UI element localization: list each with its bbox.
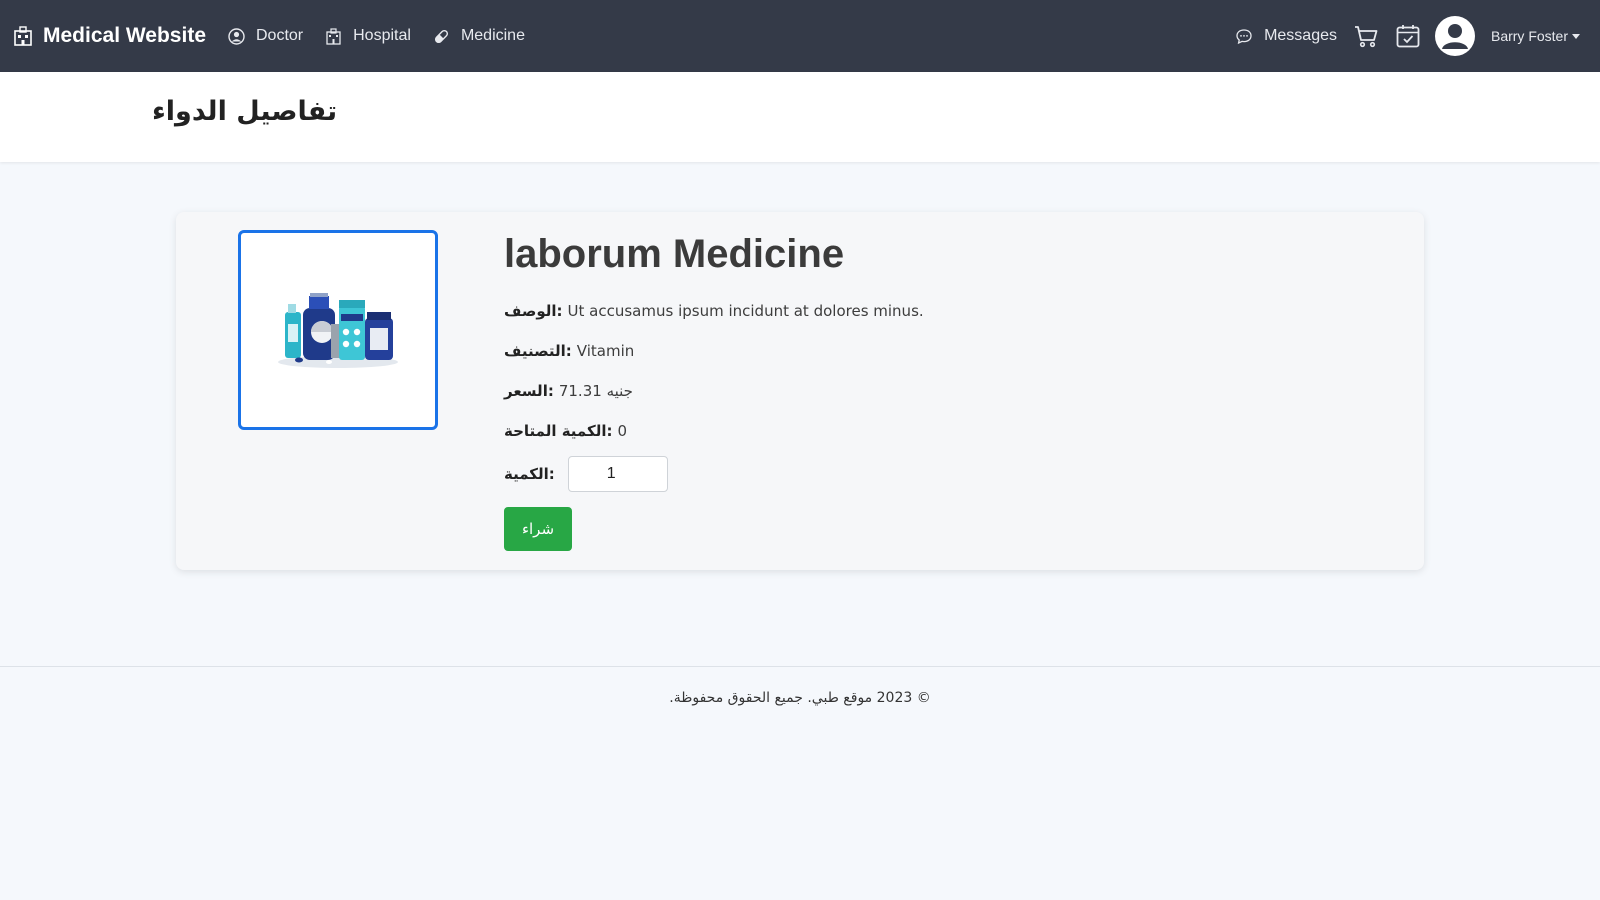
description-label: الوصف: [504,302,563,320]
description-value: Ut accusamus ipsum incidunt at dolores m… [567,302,924,320]
buy-button[interactable]: شراء [504,507,572,551]
price-label: السعر: [504,382,554,400]
available-value: 0 [617,422,628,440]
nav-hospital[interactable]: Hospital [325,27,411,45]
medicine-name: laborum Medicine [504,232,845,276]
chat-bubble-icon [1236,28,1252,44]
navbar-right: Messages Barry Foster [1235,16,1580,56]
nav-hospital-label: Hospital [353,27,411,44]
user-name: Barry Foster [1490,28,1568,44]
quantity-label: الكمية: [504,465,555,483]
cart-icon [1354,26,1378,48]
price-value: 71.31 جنيه [558,382,633,400]
nav-messages-label: Messages [1264,27,1337,44]
medicine-card: laborum Medicine الوصف: Ut accusamus ips… [176,212,1424,570]
page-header: تفاصيل الدواء [0,72,1600,162]
hospital-icon [14,26,32,46]
description-row: الوصف: Ut accusamus ipsum incidunt at do… [504,291,924,331]
category-value: Vitamin [576,342,635,360]
nav-medicine-label: Medicine [460,27,525,44]
user-avatar-icon [1441,24,1468,49]
nav-messages[interactable]: Messages [1235,27,1337,45]
chevron-down-icon [1572,33,1580,39]
top-navbar: Medical Website Doctor Hospital Medicine [0,0,1600,72]
medicine-details: laborum Medicine الوصف: Ut accusamus ips… [504,232,924,551]
medicine-bottles-illustration [278,293,398,368]
footer-copyright: © 2023 موقع طبي. جميع الحقوق محفوظة. [669,690,931,706]
cart-button[interactable] [1353,23,1379,49]
user-circle-icon [228,27,245,45]
nav-medicine[interactable]: Medicine [433,27,525,45]
nav-doctor-label: Doctor [256,27,304,44]
category-label: التصنيف: [504,342,572,360]
nav-doctor[interactable]: Doctor [228,27,303,45]
brand-name: Medical Website [43,24,206,47]
user-dropdown[interactable]: Barry Foster [1491,28,1580,44]
page-title: تفاصيل الدواء [152,96,338,127]
medicine-image [238,230,438,430]
calendar-check-icon [1396,25,1420,48]
capsule-icon [434,29,448,43]
category-row: التصنيف: Vitamin [504,331,924,371]
quantity-row: الكمية: [504,451,924,497]
brand-link[interactable]: Medical Website [12,24,206,48]
hospital-icon [326,27,341,45]
avatar[interactable] [1434,16,1475,56]
footer-divider [0,666,1600,667]
available-label: الكمية المتاحة: [504,422,613,440]
quantity-input[interactable] [567,456,668,492]
available-row: الكمية المتاحة: 0 [504,411,924,451]
appointments-button[interactable] [1395,23,1421,49]
price-row: السعر: 71.31 جنيه [504,371,924,411]
